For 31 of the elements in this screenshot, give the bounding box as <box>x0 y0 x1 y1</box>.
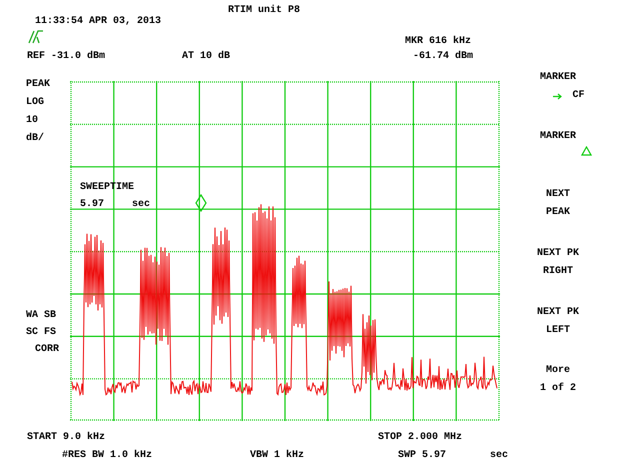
scale-label: dB/ <box>26 133 46 144</box>
sweep-time: SWP 5.97 <box>398 450 448 463</box>
scale-label: 10 <box>26 115 40 126</box>
arrow-icon <box>553 92 562 100</box>
delta-icon <box>580 146 592 156</box>
timestamp: 11:33:54 APR 03, 2013 <box>35 16 162 28</box>
video-bandwidth: VBW 1 kHz <box>250 450 306 463</box>
logo-icon <box>28 30 44 44</box>
scale-label: LOG <box>26 97 46 108</box>
status-label: WA SB <box>26 310 58 321</box>
status-label: SC FS <box>26 327 58 338</box>
start-frequency: START 9.0 kHz <box>27 432 106 445</box>
softkey[interactable]: NEXT PK LEFT <box>508 304 608 362</box>
scale-label: PEAK <box>26 79 52 90</box>
marker-frequency: MKR 616 kHz <box>405 36 472 48</box>
softkey[interactable]: More 1 of 2 <box>508 362 608 422</box>
softkey[interactable]: NEXT PK RIGHT <box>508 245 608 304</box>
softkey[interactable]: NEXT PEAK <box>508 186 608 246</box>
softkey[interactable]: MARKER CF <box>508 69 608 128</box>
reference-level: REF -31.0 dBm <box>27 51 106 63</box>
sweeptime-unit: sec <box>132 199 150 211</box>
marker-icon <box>195 194 207 212</box>
sweep-unit: sec <box>490 450 508 463</box>
softkey[interactable]: MARKER <box>508 128 608 186</box>
stop-frequency: STOP 2.000 MHz <box>378 432 462 445</box>
attenuation: AT 10 dB <box>182 51 232 63</box>
status-label: CORR <box>34 344 60 355</box>
sweeptime-value: 5.97 <box>80 199 106 211</box>
marker-amplitude: -61.74 dBm <box>413 51 474 63</box>
resolution-bandwidth: #RES BW 1.0 kHz <box>62 450 154 463</box>
instrument-title: RTIM unit P8 <box>228 5 300 17</box>
